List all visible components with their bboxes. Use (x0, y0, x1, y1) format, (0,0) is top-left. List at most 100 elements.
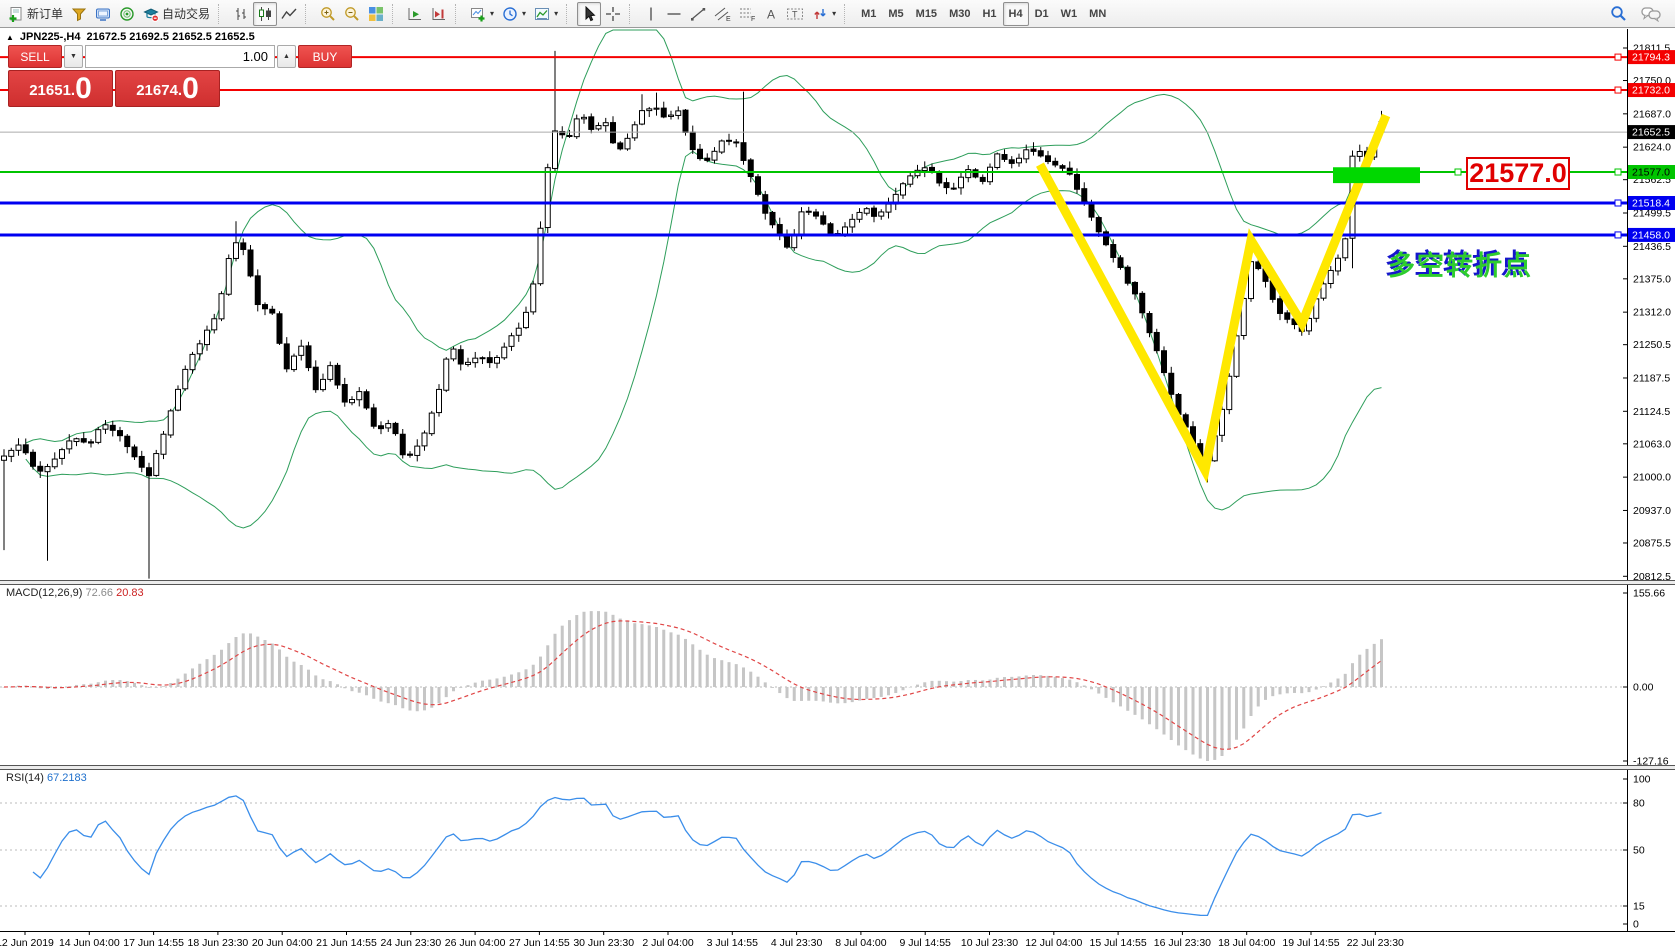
svg-text:21624.0: 21624.0 (1633, 142, 1671, 154)
indicators-button[interactable]: ▾ (466, 2, 498, 26)
dropdown-arrow-icon: ▾ (490, 9, 494, 18)
templates-button[interactable]: ▾ (530, 2, 562, 26)
chat-button[interactable] (1637, 2, 1665, 26)
dropdown-arrow-icon: ▾ (554, 9, 558, 18)
svg-text:-127.16: -127.16 (1633, 756, 1669, 768)
signals-button[interactable] (115, 2, 139, 26)
sell-button[interactable]: SELL (8, 45, 62, 68)
svg-text:26 Jun 04:00: 26 Jun 04:00 (445, 937, 506, 949)
svg-text:20 Jun 04:00: 20 Jun 04:00 (252, 937, 313, 949)
chart-shift-button[interactable] (427, 2, 451, 26)
buy-button[interactable]: BUY (298, 45, 352, 68)
rsi-window: 1008050150 (0, 774, 1651, 931)
highlight-box (1333, 167, 1420, 183)
svg-text:21124.5: 21124.5 (1633, 406, 1670, 418)
svg-text:100: 100 (1633, 774, 1651, 786)
toolbar-separator (566, 4, 574, 24)
chart-window: 21811.521750.021687.021624.021562.521499… (0, 28, 1675, 949)
channel-button[interactable]: E (710, 2, 735, 26)
timeframe-m1-button[interactable]: M1 (855, 2, 882, 26)
svg-text:8 Jul 04:00: 8 Jul 04:00 (835, 937, 887, 949)
auto-scroll-button[interactable] (403, 2, 427, 26)
volume-decrease-button[interactable]: ▼ (64, 45, 83, 68)
main-toolbar: 新订单 自动交易 (0, 0, 1675, 28)
buy-price-big-digit: 0 (182, 74, 199, 104)
volume-input[interactable] (85, 45, 275, 68)
timeframe-h1-button[interactable]: H1 (976, 2, 1002, 26)
templates-icon (534, 6, 550, 22)
fibonacci-icon: F (739, 6, 756, 22)
timeframe-w1-button[interactable]: W1 (1055, 2, 1084, 26)
new-order-icon (8, 6, 24, 22)
chat-icon (1641, 6, 1661, 22)
fibonacci-button[interactable]: F (735, 2, 760, 26)
text-button[interactable]: A (760, 2, 782, 26)
vertical-line-icon (644, 6, 658, 22)
arrows-button[interactable]: ▾ (808, 2, 840, 26)
trading-terminal: 新订单 自动交易 (0, 0, 1675, 949)
new-order-label: 新订单 (27, 5, 63, 22)
pivot-annotation-text[interactable]: 多空转折点 (1388, 244, 1533, 283)
timeframe-h4-button[interactable]: H4 (1003, 2, 1029, 26)
bar-chart-button[interactable] (229, 2, 253, 26)
sell-price-tile[interactable]: 21651.0 (8, 70, 113, 107)
svg-text:15: 15 (1633, 901, 1645, 913)
timeframe-m30-button[interactable]: M30 (943, 2, 976, 26)
auto-trading-button[interactable]: 自动交易 (139, 2, 214, 26)
svg-text:21312.0: 21312.0 (1633, 307, 1671, 319)
svg-text:21063.0: 21063.0 (1633, 438, 1671, 450)
search-button[interactable] (1606, 2, 1631, 26)
search-icon (1610, 5, 1627, 22)
sell-price-main: 21651 (29, 78, 71, 104)
text-label-button[interactable]: T (782, 2, 808, 26)
line-chart-icon (281, 6, 297, 22)
buy-price-tile[interactable]: 21674.0 (115, 70, 220, 107)
cursor-button[interactable] (577, 2, 601, 26)
profile-button[interactable] (67, 2, 91, 26)
collapse-icon[interactable]: ▲ (6, 33, 14, 42)
macd-window: 155.660.00-127.16 (0, 588, 1669, 768)
svg-text:18 Jun 23:30: 18 Jun 23:30 (188, 937, 249, 949)
tile-windows-button[interactable] (364, 2, 388, 26)
line-chart-button[interactable] (277, 2, 301, 26)
svg-text:80: 80 (1633, 798, 1645, 810)
candlestick-chart-button[interactable] (253, 2, 277, 26)
timeframe-m15-button[interactable]: M15 (910, 2, 943, 26)
timeframe-d1-button[interactable]: D1 (1029, 2, 1055, 26)
crosshair-button[interactable] (601, 2, 625, 26)
svg-text:21577.0: 21577.0 (1632, 167, 1670, 179)
timeframe-mn-button[interactable]: MN (1083, 2, 1112, 26)
svg-text:27 Jun 14:55: 27 Jun 14:55 (509, 937, 570, 949)
dropdown-arrow-icon: ▾ (522, 9, 526, 18)
svg-text:10 Jul 23:30: 10 Jul 23:30 (961, 937, 1018, 949)
time-axis: 12 Jun 201914 Jun 04:0017 Jun 14:5518 Ju… (0, 931, 1675, 949)
line-markers (1455, 54, 1621, 238)
svg-text:4 Jul 23:30: 4 Jul 23:30 (771, 937, 823, 949)
auto-scroll-icon (407, 6, 423, 22)
periods-button[interactable]: ▾ (498, 2, 530, 26)
zoom-out-button[interactable] (340, 2, 364, 26)
volume-increase-button[interactable]: ▲ (277, 45, 296, 68)
new-order-button[interactable]: 新订单 (4, 2, 67, 26)
timeframe-m5-button[interactable]: M5 (882, 2, 909, 26)
svg-text:21687.0: 21687.0 (1633, 108, 1671, 120)
trendline-button[interactable] (686, 2, 710, 26)
trade-panel-prices: 21651.0 21674.0 (8, 70, 220, 107)
rsi-name: RSI(14) (6, 772, 44, 784)
horizontal-line-button[interactable] (662, 2, 686, 26)
price-callout-label[interactable]: 21577.0 (1466, 157, 1570, 190)
toolbar-separator (844, 4, 852, 24)
chart-canvas[interactable]: 21811.521750.021687.021624.021562.521499… (0, 28, 1675, 949)
market-window-button[interactable] (91, 2, 115, 26)
svg-text:F: F (751, 16, 755, 22)
macd-label: MACD(12,26,9) 72.66 20.83 (6, 587, 144, 599)
window-icon (95, 6, 111, 22)
text-icon: A (764, 6, 778, 22)
toolbar-right (1606, 2, 1671, 26)
zoom-in-button[interactable] (316, 2, 340, 26)
ohlc-values: 21672.5 21692.5 21652.5 21652.5 (86, 31, 254, 43)
text-label-icon: T (786, 6, 804, 22)
horizontal-lines (0, 57, 1627, 235)
vertical-line-button[interactable] (640, 2, 662, 26)
buy-price-main: 21674 (136, 78, 178, 104)
